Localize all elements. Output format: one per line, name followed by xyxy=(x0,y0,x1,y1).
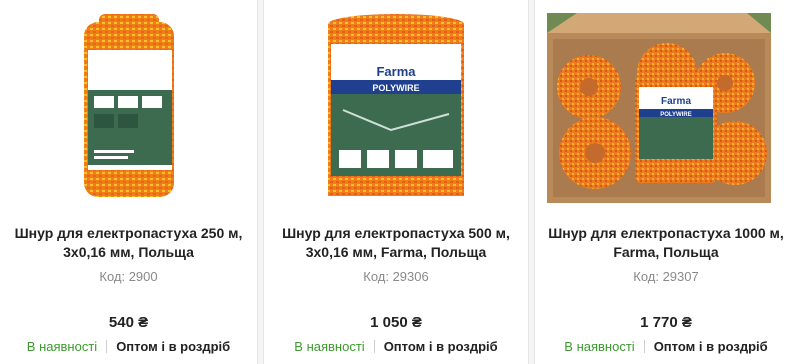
divider xyxy=(373,340,375,353)
stock-status: В наявності xyxy=(26,339,98,354)
sale-type: Оптом і в роздріб xyxy=(116,339,231,354)
product-card[interactable]: Шнур для електропастуха 250 м, 3х0,16 мм… xyxy=(0,0,258,364)
divider xyxy=(643,340,645,353)
product-title[interactable]: Шнур для електропастуха 250 м, 3х0,16 мм… xyxy=(10,224,247,262)
product-meta: В наявності Оптом і в роздріб xyxy=(535,339,797,354)
product-code: Код: 2900 xyxy=(99,269,158,284)
product-title[interactable]: Шнур для електропастуха 500 м, 3х0,16 мм… xyxy=(274,224,518,262)
product-price: 540 ₴ xyxy=(108,314,149,331)
product-price: 1 770 ₴ xyxy=(640,314,692,331)
product-code: Код: 29306 xyxy=(363,269,429,284)
divider xyxy=(106,340,108,353)
product-image[interactable]: Farma POLYWIRE xyxy=(321,10,471,205)
sale-type: Оптом і в роздріб xyxy=(383,339,498,354)
brand-text: Farma xyxy=(376,64,416,79)
sale-type: Оптом і в роздріб xyxy=(653,339,768,354)
product-grid: Шнур для електропастуха 250 м, 3х0,16 мм… xyxy=(0,0,797,364)
product-code: Код: 29307 xyxy=(633,269,699,284)
label-text: POLYWIRE xyxy=(372,83,419,93)
stock-status: В наявності xyxy=(294,339,365,354)
product-card[interactable]: Farma POLYWIRE Шнур для електропастуха 5… xyxy=(263,0,529,364)
stock-status: В наявності xyxy=(564,339,635,354)
product-image[interactable] xyxy=(54,10,204,205)
label-text: POLYWIRE xyxy=(660,112,691,118)
product-title[interactable]: Шнур для електропастуха 1000 м, Farma, П… xyxy=(545,224,787,262)
brand-text: Farma xyxy=(661,96,691,107)
product-price: 1 050 ₴ xyxy=(370,314,422,331)
product-meta: В наявності Оптом і в роздріб xyxy=(264,339,528,354)
product-meta: В наявності Оптом і в роздріб xyxy=(0,339,257,354)
product-card[interactable]: Farma POLYWIRE Шнур для електропастуха 1… xyxy=(534,0,797,364)
product-image[interactable]: Farma POLYWIRE xyxy=(547,13,771,203)
